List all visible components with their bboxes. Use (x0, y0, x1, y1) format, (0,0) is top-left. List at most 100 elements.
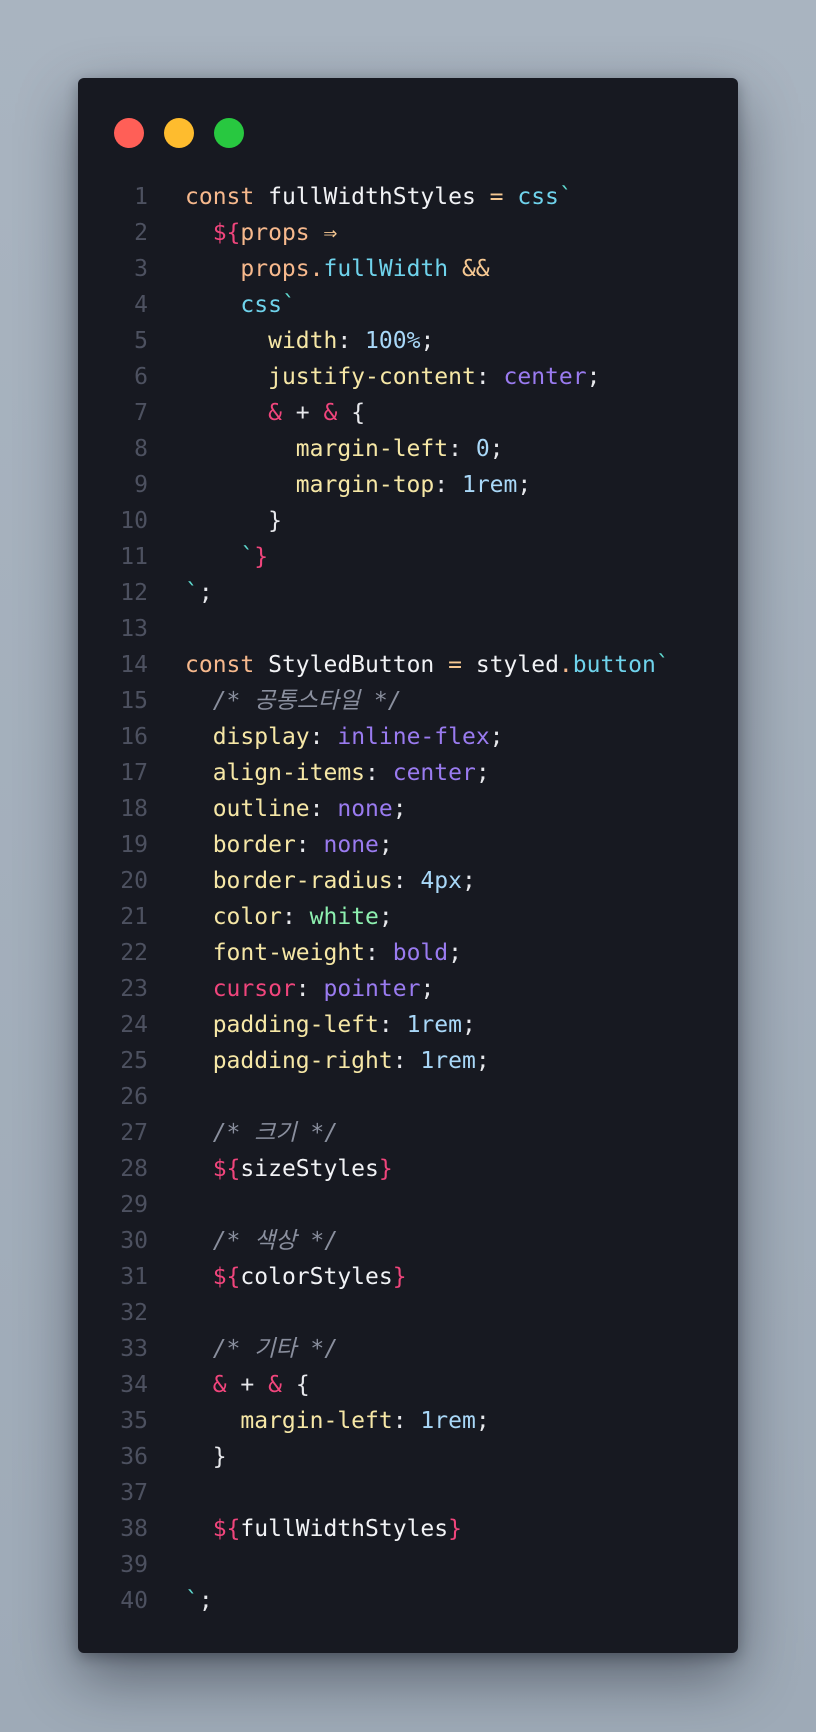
line-number: 18 (120, 796, 148, 822)
line-number: 19 (120, 832, 148, 858)
code-line: 29 (78, 1187, 738, 1223)
code-line: 16 display: inline-flex; (78, 719, 738, 755)
code-line: 14 const StyledButton = styled.button` (78, 647, 738, 683)
code-token: 1rem (420, 1048, 476, 1074)
code-token: ${ (212, 1264, 241, 1290)
code-token: + (226, 1372, 269, 1398)
code-token: ; (489, 724, 504, 750)
code-text: outline: none; (185, 791, 407, 827)
line-number: 7 (134, 400, 148, 426)
code-line: 36 } (78, 1439, 738, 1475)
code-text: const StyledButton = styled.button` (185, 647, 670, 683)
code-token: align-items (212, 760, 366, 786)
code-line: 10 } (78, 503, 738, 539)
code-line: 15 /* 공통스타일 */ (78, 683, 738, 719)
code-token: justify-content (268, 364, 476, 390)
line-number: 25 (120, 1048, 148, 1074)
line-number: 16 (120, 724, 148, 750)
code-line: 39 (78, 1547, 738, 1583)
code-token: : (281, 904, 310, 930)
code-token: const (185, 652, 255, 678)
code-text: /* 색상 */ (185, 1223, 338, 1259)
line-number: 21 (120, 904, 148, 930)
line-number: 6 (134, 364, 148, 390)
code-token: + (281, 400, 324, 426)
code-line: 35 margin-left: 1rem; (78, 1403, 738, 1439)
line-number: 1 (134, 184, 148, 210)
code-token: ; (448, 940, 462, 966)
code-token: border-radius (212, 868, 393, 894)
code-text: & + & { (185, 395, 365, 431)
code-line: 24 padding-left: 1rem; (78, 1007, 738, 1043)
code-token: center (392, 760, 476, 786)
line-number: 10 (120, 508, 148, 534)
code-token: ${ (212, 1516, 241, 1542)
code-token: ; (475, 1408, 490, 1434)
code-text: & + & { (185, 1367, 310, 1403)
code-token: props. (240, 256, 324, 282)
code-token: } (185, 508, 282, 534)
code-text: padding-left: 1rem; (185, 1007, 476, 1043)
line-number: 39 (120, 1552, 148, 1578)
code-line: 13 (78, 611, 738, 647)
line-number: 32 (120, 1300, 148, 1326)
code-text: `} (185, 539, 268, 575)
close-button[interactable] (114, 118, 144, 148)
code-line: 26 (78, 1079, 738, 1115)
code-token: } (448, 1516, 462, 1542)
code-token: /* 기타 */ (212, 1336, 339, 1362)
code-token: margin-left (295, 436, 449, 462)
line-number: 36 (120, 1444, 148, 1470)
code-token: 4px (420, 868, 462, 894)
code-line: 8 margin-left: 0; (78, 431, 738, 467)
code-window: 1 const fullWidthStyles = css` 2 ${props ⇒… (78, 78, 738, 1653)
code-token: ` (558, 184, 573, 210)
code-token: white (309, 904, 379, 930)
code-text: ${sizeStyles} (185, 1151, 393, 1187)
code-text: font-weight: bold; (185, 935, 462, 971)
code-line: 34 & + & { (78, 1367, 738, 1403)
line-number: 30 (120, 1228, 148, 1254)
code-token: : (365, 940, 393, 966)
code-line: 33 /* 기타 */ (78, 1331, 738, 1367)
code-token: colorStyles (240, 1264, 393, 1290)
code-token: /* 크기 */ (212, 1120, 339, 1146)
code-token: css (503, 184, 559, 210)
code-token: 1rem (406, 1012, 462, 1038)
code-token: 0 (475, 436, 490, 462)
line-number: 24 (120, 1012, 148, 1038)
line-number: 29 (120, 1192, 148, 1218)
code-token: : (392, 1048, 421, 1074)
code-text: margin-left: 1rem; (185, 1403, 490, 1439)
code-token: : (295, 832, 324, 858)
code-text: /* 공통스타일 */ (185, 683, 402, 719)
code-token: ` (240, 544, 255, 570)
code-token: inline-flex (337, 724, 490, 750)
code-text: padding-right: 1rem; (185, 1043, 490, 1079)
line-number: 12 (120, 580, 148, 606)
code-token: margin-left (240, 1408, 393, 1434)
maximize-button[interactable] (214, 118, 244, 148)
code-token: ; (198, 580, 213, 606)
minimize-button[interactable] (164, 118, 194, 148)
line-number: 5 (134, 328, 148, 354)
line-number: 28 (120, 1156, 148, 1182)
line-number: 9 (134, 472, 148, 498)
code-line: 4 css` (78, 287, 738, 323)
code-token: { (281, 1372, 310, 1398)
